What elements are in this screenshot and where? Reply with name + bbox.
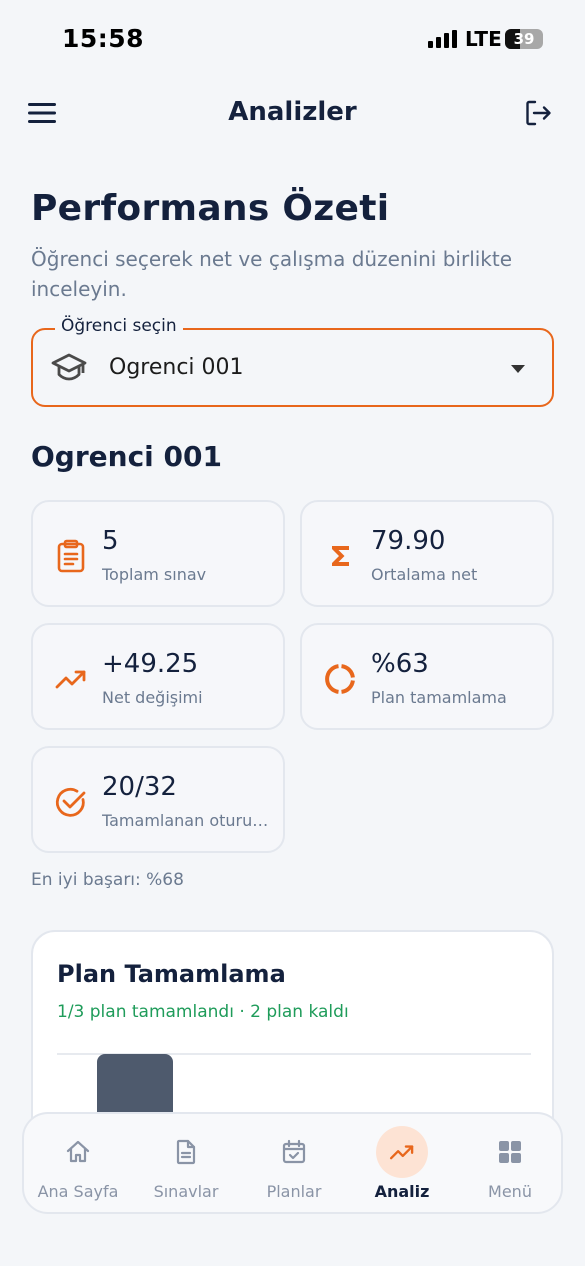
page-title: Performans Özeti <box>31 188 390 229</box>
logout-icon <box>526 100 551 126</box>
stat-value: 5 <box>102 526 119 556</box>
nav-item-analysis[interactable]: Analiz <box>348 1114 456 1214</box>
header-title: Analizler <box>228 97 357 127</box>
trending-up-icon <box>389 1145 414 1160</box>
student-select-value: Ogrenci 001 <box>109 355 244 380</box>
nav-icon-container <box>160 1126 212 1178</box>
stat-card-plan-completion: %63 Plan tamamlama <box>300 623 554 730</box>
logout-button[interactable] <box>518 93 558 133</box>
page-subtitle: Öğrenci seçerek net ve çalışma düzenini … <box>31 247 513 301</box>
nav-icon-container <box>52 1126 104 1178</box>
battery-icon: 39 <box>505 29 543 49</box>
stat-label: Tamamlanan oturumlar <box>102 811 272 830</box>
plan-card-subtitle: 1/3 plan tamamlandı · 2 plan kaldı <box>57 1002 349 1022</box>
cellular-signal-icon <box>428 30 458 48</box>
home-icon <box>66 1140 90 1163</box>
nav-label: Analiz <box>374 1182 430 1201</box>
best-score-text: En iyi başarı: %68 <box>31 870 184 890</box>
stat-value: 79.90 <box>371 526 446 556</box>
calendar-check-icon <box>282 1139 306 1164</box>
status-time: 15:58 <box>62 24 145 53</box>
nav-icon-container <box>484 1126 536 1178</box>
student-select-label: Öğrenci seçin <box>55 316 183 336</box>
app-header: Analizler <box>0 85 585 141</box>
stat-card-completed-sessions: 20/32 Tamamlanan oturumlar <box>31 746 285 853</box>
nav-label: Ana Sayfa <box>37 1182 119 1201</box>
stat-card-total-exams: 5 Toplam sınav <box>31 500 285 607</box>
stat-label: Net değişimi <box>102 688 203 707</box>
stat-value: +49.25 <box>102 649 199 679</box>
stat-card-average-net: 79.90 Ortalama net <box>300 500 554 607</box>
nav-item-home[interactable]: Ana Sayfa <box>24 1114 132 1214</box>
graduation-cap-icon <box>51 353 87 381</box>
network-type: LTE <box>465 27 502 51</box>
stat-value: %63 <box>371 649 429 679</box>
nav-item-exams[interactable]: Sınavlar <box>132 1114 240 1214</box>
grid-icon <box>499 1141 521 1163</box>
nav-label: Menü <box>488 1182 532 1201</box>
student-select[interactable]: Öğrenci seçin Ogrenci 001 <box>31 316 554 407</box>
status-bar: 15:58 LTE 39 <box>0 0 585 80</box>
nav-item-menu[interactable]: Menü <box>456 1114 564 1214</box>
document-icon <box>176 1139 196 1165</box>
nav-label: Sınavlar <box>153 1182 219 1201</box>
trending-up-icon <box>55 670 86 689</box>
stat-value: 20/32 <box>102 772 177 802</box>
stat-label: Plan tamamlama <box>371 688 507 707</box>
nav-label: Planlar <box>266 1182 322 1201</box>
stat-label: Ortalama net <box>371 565 478 584</box>
bottom-navigation: Ana Sayfa Sınavlar Planlar Analiz Menü <box>22 1112 563 1214</box>
student-name-heading: Ogrenci 001 <box>31 440 222 473</box>
nav-icon-container <box>268 1126 320 1178</box>
sigma-icon <box>332 546 349 566</box>
donut-progress-icon <box>325 664 355 694</box>
nav-icon-container <box>376 1126 428 1178</box>
clipboard-icon <box>57 539 85 573</box>
screen: 15:58 LTE 39 Analizler Performans Özeti … <box>0 0 585 1266</box>
check-circle-icon <box>55 787 86 817</box>
nav-item-plans[interactable]: Planlar <box>240 1114 348 1214</box>
stat-label: Toplam sınav <box>102 565 207 584</box>
plan-card-title: Plan Tamamlama <box>57 960 286 988</box>
battery-percent: 39 <box>513 30 535 48</box>
stat-card-net-change: +49.25 Net değişimi <box>31 623 285 730</box>
dropdown-caret-icon[interactable] <box>511 365 525 373</box>
